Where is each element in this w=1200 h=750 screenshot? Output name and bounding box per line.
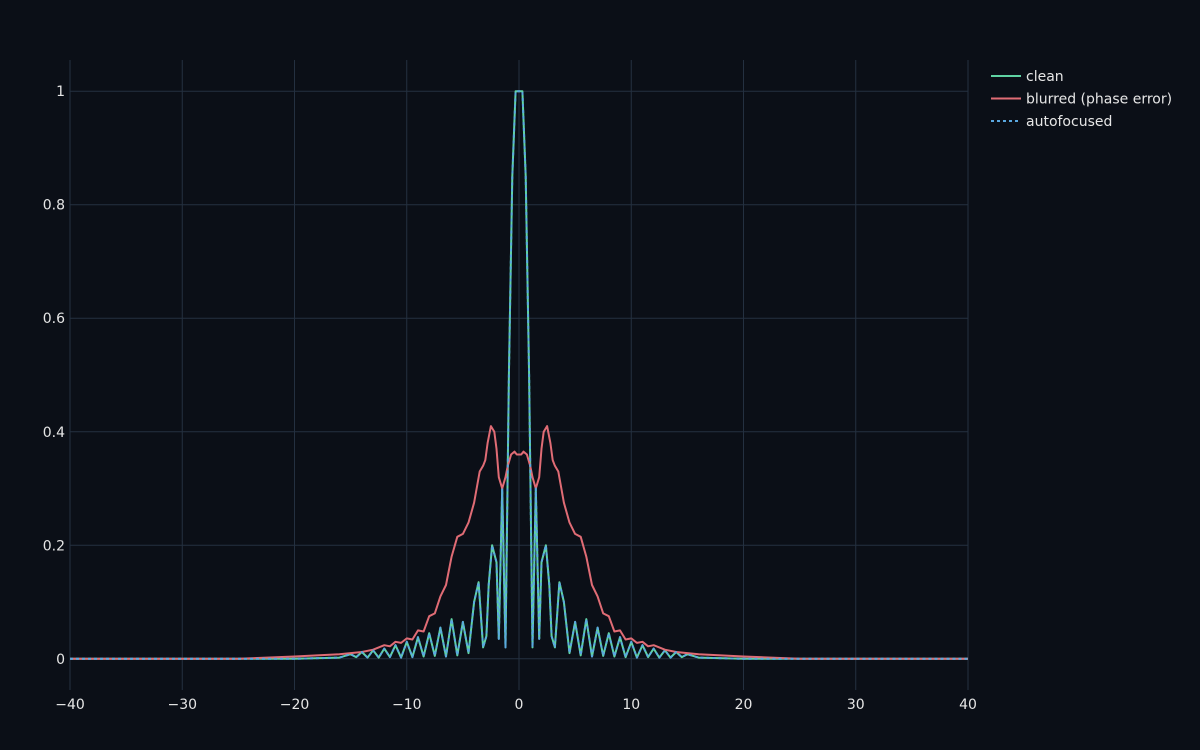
legend-label[interactable]: clean bbox=[1026, 69, 1064, 85]
y-tick-label: 1 bbox=[56, 84, 65, 100]
y-tick-label: 0.2 bbox=[43, 538, 65, 554]
legend[interactable]: clean blurred (phase error) autofocused bbox=[991, 69, 1172, 130]
x-tick-label: −10 bbox=[392, 697, 422, 713]
x-tick-label: −30 bbox=[167, 697, 197, 713]
x-tick-label: −20 bbox=[280, 697, 310, 713]
x-tick-label: 20 bbox=[735, 697, 753, 713]
line-chart: −40 −30 −20 −10 0 10 20 30 40 0 0.2 0.4 0.6 0.8 1 cle… bbox=[43, 60, 1172, 713]
y-tick-label: 0.6 bbox=[43, 311, 65, 327]
legend-label[interactable]: autofocused bbox=[1026, 114, 1112, 130]
y-tick-label: 0.4 bbox=[43, 425, 65, 441]
y-tick-label: 0 bbox=[56, 652, 65, 668]
legend-label[interactable]: blurred (phase error) bbox=[1026, 92, 1172, 108]
x-tick-label: 40 bbox=[959, 697, 977, 713]
grid bbox=[69, 60, 969, 690]
x-axis: −40 −30 −20 −10 0 10 20 30 40 bbox=[55, 697, 977, 713]
y-tick-label: 0.8 bbox=[43, 198, 65, 214]
x-tick-label: 30 bbox=[847, 697, 865, 713]
x-tick-label: −40 bbox=[55, 697, 85, 713]
x-tick-label: 10 bbox=[622, 697, 640, 713]
x-tick-label: 0 bbox=[515, 697, 524, 713]
y-axis: 0 0.2 0.4 0.6 0.8 1 bbox=[43, 84, 65, 668]
